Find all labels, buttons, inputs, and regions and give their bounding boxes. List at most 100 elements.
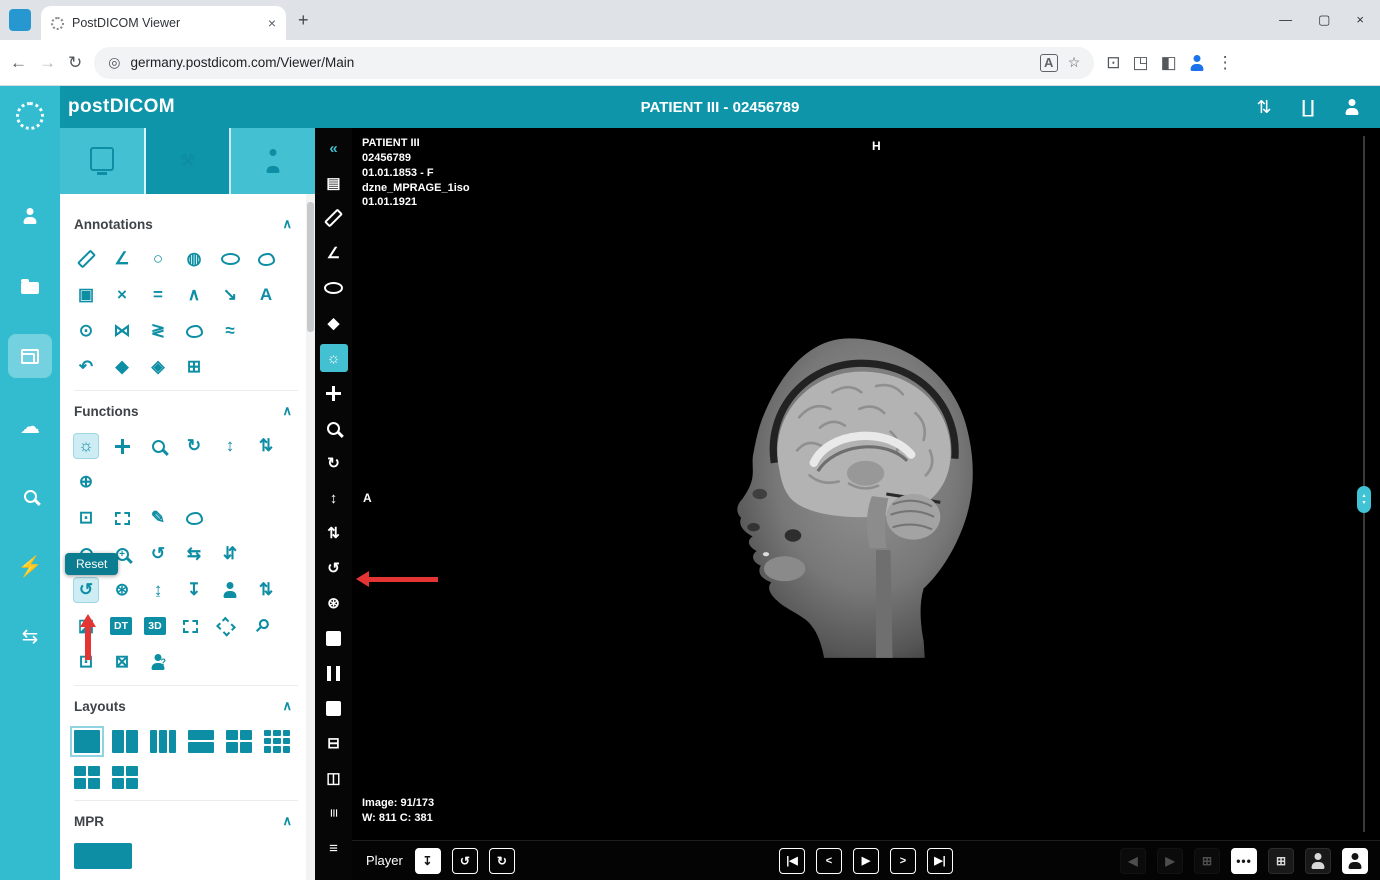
forward-icon[interactable]: →: [39, 53, 56, 73]
folders-nav-button[interactable]: [8, 264, 52, 308]
crossed-lines-button[interactable]: ⋈: [110, 319, 134, 343]
functions-header[interactable]: Functions ∧: [74, 403, 298, 419]
cloud-roi-button[interactable]: [182, 319, 206, 343]
new-tab-button[interactable]: +: [298, 10, 309, 31]
arrow-annotation-button[interactable]: ↘: [218, 283, 242, 307]
zoom-tool-button[interactable]: [320, 414, 348, 442]
circle-roi-button[interactable]: ○: [146, 247, 170, 271]
window-level-tool-button[interactable]: ☼: [320, 344, 348, 372]
back-icon[interactable]: ←: [10, 53, 27, 73]
chevron-up-icon[interactable]: ∧: [282, 216, 292, 232]
single-view-button[interactable]: [320, 624, 348, 652]
tab-patient[interactable]: [231, 128, 315, 194]
layout-stack-button[interactable]: ≡: [320, 834, 348, 862]
reload-icon[interactable]: ↻: [68, 53, 82, 73]
zoom-button[interactable]: [146, 434, 170, 458]
reset-settings-button[interactable]: ⊛: [110, 578, 134, 602]
measure-angle-button[interactable]: ∠: [320, 239, 348, 267]
chevron-up-icon[interactable]: ∧: [282, 403, 292, 419]
layout-1x2-button[interactable]: [112, 730, 138, 753]
quick-share-nav-button[interactable]: ⚡: [8, 544, 52, 588]
cross-point-button[interactable]: ×: [110, 283, 134, 307]
stack-scroll-button[interactable]: ⇅: [254, 434, 278, 458]
pan-button[interactable]: [110, 434, 134, 458]
orientation-marker-button[interactable]: ⊕: [74, 470, 98, 494]
ellipse-roi-button[interactable]: [218, 247, 242, 271]
spine-labeling-button[interactable]: ≈: [218, 319, 242, 343]
window-minimize-button[interactable]: —: [1279, 12, 1292, 28]
expand-stack-button[interactable]: ↨: [146, 578, 170, 602]
erase-all-button[interactable]: ◈: [146, 355, 170, 379]
cobb-angle-button[interactable]: ≷: [146, 319, 170, 343]
angle-button[interactable]: ∠: [110, 247, 134, 271]
length-ruler-button[interactable]: [74, 247, 98, 271]
side-panel-icon[interactable]: ◧: [1161, 53, 1177, 73]
cloud-filter-button[interactable]: [182, 506, 206, 530]
reset-tool-button[interactable]: ↺: [320, 554, 348, 582]
image-scroll-handle[interactable]: ▴▾: [1357, 486, 1371, 513]
window-level-roi-button[interactable]: ⊡: [74, 506, 98, 530]
freehand-roi-button[interactable]: [254, 247, 278, 271]
eraser-tool-button[interactable]: ◆: [320, 309, 348, 337]
active-viewport-button[interactable]: [320, 694, 348, 722]
tab-close-icon[interactable]: ×: [268, 15, 276, 31]
rotate-tool-button[interactable]: ↻: [320, 449, 348, 477]
image-viewport[interactable]: PATIENT III 02456789 01.01.1853 - F dzne…: [352, 128, 1380, 840]
extensions-icon[interactable]: ◳: [1133, 53, 1149, 73]
address-bar[interactable]: ◎ germany.postdicom.com/Viewer/Main A ☆: [94, 47, 1094, 79]
previous-image-button[interactable]: <: [816, 848, 842, 874]
text-annotation-button[interactable]: A: [254, 283, 278, 307]
magnify-box-button[interactable]: [178, 614, 202, 638]
order-search-nav-button[interactable]: [8, 474, 52, 518]
dt-tool-button[interactable]: DT: [110, 617, 132, 635]
browser-tab[interactable]: PostDICOM Viewer ×: [41, 6, 286, 40]
rotate-button[interactable]: ↻: [182, 434, 206, 458]
measure-length-button[interactable]: [320, 204, 348, 232]
layout-2x1-button[interactable]: [188, 730, 214, 753]
share-study-button[interactable]: [1342, 848, 1368, 874]
layout-1x3-button[interactable]: [150, 730, 176, 753]
ellipse-roi-tool-button[interactable]: [320, 274, 348, 302]
site-settings-icon[interactable]: ◎: [108, 54, 120, 71]
viewer-nav-button[interactable]: [8, 334, 52, 378]
export-image-button[interactable]: ⊠: [110, 650, 134, 674]
window-close-button[interactable]: ×: [1356, 12, 1364, 28]
layout-2x2-button[interactable]: [226, 730, 252, 753]
layout-1x1-button[interactable]: [74, 730, 100, 753]
play-button[interactable]: ▶: [853, 848, 879, 874]
assign-user-button[interactable]: [1305, 848, 1331, 874]
browser-menu-icon[interactable]: ⋮: [1217, 53, 1234, 73]
cloud-upload-nav-button[interactable]: ☁: [8, 404, 52, 448]
undo-button[interactable]: ↶: [74, 355, 98, 379]
point-marker-button[interactable]: ⊙: [74, 319, 98, 343]
browser-profile-icon[interactable]: [1189, 55, 1205, 71]
bookmark-star-icon[interactable]: ☆: [1068, 54, 1081, 71]
cast-icon[interactable]: ⊡: [1106, 53, 1120, 73]
annotations-header[interactable]: Annotations ∧: [74, 216, 298, 232]
crosshair-box-button[interactable]: [209, 609, 243, 643]
last-image-button[interactable]: ▶|: [927, 848, 953, 874]
trash-button[interactable]: ∐: [1296, 95, 1320, 119]
panel-scrollbar-thumb[interactable]: [307, 202, 314, 332]
mpr-header[interactable]: MPR ∧: [74, 813, 298, 829]
rotate-left-button[interactable]: ↺: [146, 542, 170, 566]
reset-button[interactable]: ↺: [74, 578, 98, 602]
cine-settings-button[interactable]: ↻: [489, 848, 515, 874]
next-series-button[interactable]: ▶: [1157, 848, 1183, 874]
sort-images-button[interactable]: ⇅: [254, 578, 278, 602]
account-button[interactable]: [1340, 95, 1364, 119]
erase-annotation-button[interactable]: ◆: [110, 355, 134, 379]
layout-columns-button[interactable]: ◫: [320, 764, 348, 792]
more-options-button[interactable]: •••: [1231, 848, 1257, 874]
flip-horizontal-button[interactable]: ⇆: [182, 542, 206, 566]
stack-tool-button[interactable]: ⇅: [320, 519, 348, 547]
layout-rows-button[interactable]: ⊟: [320, 729, 348, 757]
layout-2x2-alt2-button[interactable]: [112, 766, 138, 789]
collapse-stack-button[interactable]: ↧: [182, 578, 206, 602]
first-image-button[interactable]: |◀: [779, 848, 805, 874]
report-button[interactable]: ▤: [320, 169, 348, 197]
reset-settings-tool-button[interactable]: ⊛: [320, 589, 348, 617]
window-level-button[interactable]: ☼: [74, 434, 98, 458]
parallel-lines-button[interactable]: =: [146, 283, 170, 307]
pin-annotation-button[interactable]: ⚲: [245, 609, 279, 643]
